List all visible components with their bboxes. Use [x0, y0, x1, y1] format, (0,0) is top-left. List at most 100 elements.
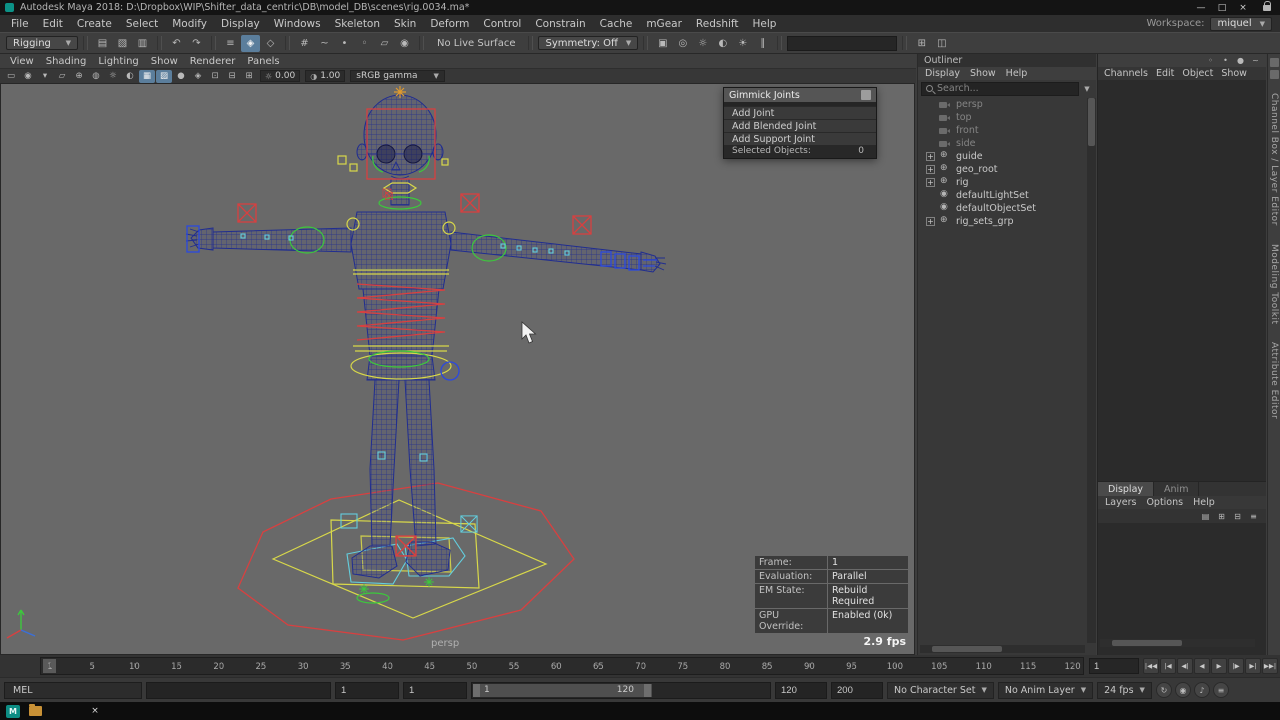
menu-item[interactable]: Control [476, 18, 528, 30]
expand-toggle-icon[interactable] [926, 178, 935, 187]
isolate-select-icon[interactable]: ◈ [190, 70, 206, 83]
character-set-select[interactable]: No Character Set ▼ [887, 681, 994, 699]
counter-icon[interactable]: ◫ [932, 35, 951, 52]
resolution-gate-icon[interactable]: ⊡ [207, 70, 223, 83]
expand-toggle-icon[interactable] [926, 217, 935, 226]
color-transform-select[interactable]: sRGB gamma ▼ [350, 70, 445, 82]
close-window-icon[interactable]: × [88, 705, 102, 718]
redo-icon[interactable]: ↷ [187, 35, 206, 52]
anim-preferences-icon[interactable]: ≡ [1212, 682, 1229, 698]
outliner-row[interactable]: front [918, 124, 1087, 137]
outliner-row[interactable]: geo_root [918, 163, 1087, 176]
outliner-menu-item[interactable]: Show [965, 68, 1001, 79]
exposure-field[interactable]: ☼ 0.00 [260, 70, 301, 82]
menu-item[interactable]: Create [70, 18, 119, 30]
two-d-pan-zoom-icon[interactable]: ⊕ [71, 70, 87, 83]
lighting-icon[interactable]: ☼ [105, 70, 121, 83]
outliner-menu-item[interactable]: Help [1001, 68, 1033, 79]
menu-item[interactable]: Skin [387, 18, 423, 30]
menu-item[interactable]: Edit [36, 18, 70, 30]
ipr-render-icon[interactable]: ◎ [673, 35, 692, 52]
outliner-search[interactable] [921, 81, 1079, 96]
panel-menu-item[interactable]: View [4, 56, 40, 67]
shadows-icon[interactable]: ◐ [122, 70, 138, 83]
hypershade-icon[interactable]: ◐ [713, 35, 732, 52]
dock-panel-icon[interactable] [1269, 70, 1279, 79]
slow-speed-icon[interactable]: ◦ [1204, 55, 1217, 66]
outliner-row[interactable]: rig_sets_grp [918, 215, 1087, 228]
maya-taskbar-icon[interactable]: M [6, 704, 20, 718]
animation-start-field[interactable] [335, 681, 399, 699]
folder-taskbar-icon[interactable] [28, 704, 42, 718]
go-to-end-button[interactable]: ▶▶| [1262, 658, 1278, 674]
outliner-row[interactable]: persp [918, 98, 1087, 111]
step-back-key-button[interactable]: ◀| [1177, 658, 1193, 674]
select-hierarchy-icon[interactable]: ≡ [221, 35, 240, 52]
medium-speed-icon[interactable]: • [1219, 55, 1232, 66]
numeric-input-field[interactable] [787, 35, 898, 51]
fast-speed-icon[interactable]: ● [1234, 55, 1247, 66]
menu-item[interactable]: Constrain [528, 18, 592, 30]
expand-toggle-icon[interactable] [926, 152, 935, 161]
outliner-row[interactable]: defaultObjectSet [918, 202, 1087, 215]
outliner-vertical-scrollbar[interactable] [1087, 98, 1096, 643]
minimize-button[interactable]: — [1191, 3, 1211, 13]
outliner-horizontal-scrollbar[interactable] [920, 645, 1085, 653]
range-start-handle[interactable] [473, 683, 480, 697]
light-editor-icon[interactable]: ☀ [733, 35, 752, 52]
file-open-icon[interactable]: ▧ [113, 35, 132, 52]
symmetry-select[interactable]: Symmetry: Off ▼ [538, 36, 639, 50]
command-line-language-button[interactable]: MEL [4, 681, 142, 699]
playback-loop-icon[interactable]: ↻ [1155, 682, 1172, 698]
menu-item[interactable]: mGear [639, 18, 689, 30]
hyperbolic-icon[interactable]: ~ [1249, 55, 1262, 66]
panel-menu-item[interactable]: Show [145, 56, 184, 67]
menu-item[interactable]: Display [214, 18, 267, 30]
undo-icon[interactable]: ↶ [167, 35, 186, 52]
play-button[interactable]: ▶ [1211, 658, 1227, 674]
gate-mask-icon[interactable]: ⊟ [224, 70, 240, 83]
gimmick-button[interactable]: Add Blended Joint [724, 119, 876, 132]
render-settings-icon[interactable]: ☼ [693, 35, 712, 52]
outliner-row[interactable]: guide [918, 150, 1087, 163]
sidebar-tab[interactable]: Modeling Toolkit [1269, 244, 1279, 325]
menu-set-select[interactable]: Rigging ▼ [6, 36, 78, 50]
panel-menu-item[interactable]: Panels [241, 56, 285, 67]
channel-menu-item[interactable]: Channels [1100, 68, 1152, 79]
layer-horizontal-scrollbar[interactable] [1100, 639, 1255, 647]
menu-item[interactable]: File [4, 18, 36, 30]
layer-menu-item[interactable]: Help [1188, 497, 1220, 508]
close-button[interactable]: × [1233, 3, 1253, 13]
oversampling-icon[interactable]: ◍ [88, 70, 104, 83]
search-options-button[interactable]: ▼ [1081, 85, 1093, 93]
camera-attributes-icon[interactable]: ◉ [20, 70, 36, 83]
channel-menu-item[interactable]: Show [1217, 68, 1251, 79]
panel-menu-item[interactable]: Lighting [92, 56, 144, 67]
menu-item[interactable]: Cache [593, 18, 640, 30]
fps-select[interactable]: 24 fps ▼ [1097, 681, 1152, 699]
menu-item[interactable]: Windows [267, 18, 328, 30]
snap-view-plane-icon[interactable]: ▱ [375, 35, 394, 52]
step-forward-frame-button[interactable]: ▶| [1245, 658, 1261, 674]
outliner-row[interactable]: rig [918, 176, 1087, 189]
add-layer-from-selected-icon[interactable]: ⊟ [1231, 510, 1244, 522]
search-input[interactable] [937, 83, 1074, 94]
outliner-row[interactable]: defaultLightSet [918, 189, 1087, 202]
sidebar-tab[interactable]: Channel Box / Layer Editor [1269, 93, 1279, 226]
channel-menu-item[interactable]: Edit [1152, 68, 1178, 79]
layer-menu-item[interactable]: Options [1141, 497, 1188, 508]
outliner-row[interactable]: side [918, 137, 1087, 150]
go-to-start-button[interactable]: |◀◀ [1143, 658, 1159, 674]
menu-item[interactable]: Deform [423, 18, 476, 30]
camera-lock-icon[interactable]: ▭ [3, 70, 19, 83]
playback-end-field[interactable] [775, 681, 827, 699]
snap-projected-center-icon[interactable]: ◦ [355, 35, 374, 52]
outliner-row[interactable]: top [918, 111, 1087, 124]
select-object-icon[interactable]: ◈ [241, 34, 260, 52]
live-surface-label[interactable]: No Live Surface [429, 38, 523, 49]
expand-toggle-icon[interactable] [926, 165, 935, 174]
layer-tab[interactable]: Anim [1154, 482, 1200, 496]
maximize-button[interactable]: □ [1212, 3, 1232, 13]
viewport-canvas[interactable]: persp Gimmick Joints Add Joint Add Blende… [0, 83, 915, 655]
step-back-frame-button[interactable]: |◀ [1160, 658, 1176, 674]
